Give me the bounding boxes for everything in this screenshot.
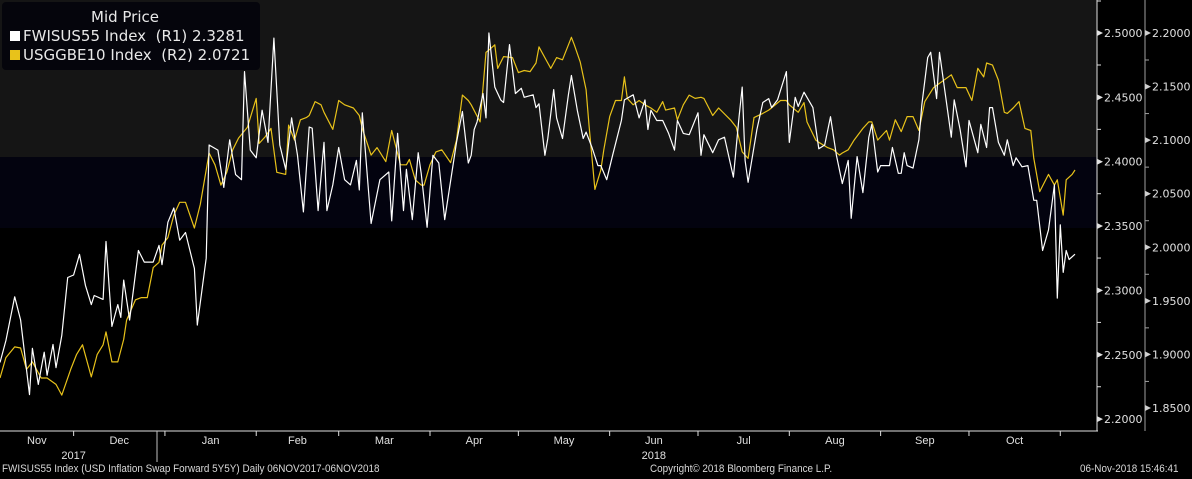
r1-tick-label: 2.5000 — [1104, 27, 1143, 40]
month-label: Feb — [288, 435, 307, 447]
month-label: Jul — [737, 435, 751, 447]
legend-swatch-yellow — [10, 50, 20, 60]
r1-tick-mark — [1097, 94, 1103, 101]
r1-tick-label: 2.3000 — [1104, 284, 1143, 297]
year-label: 2018 — [642, 450, 666, 462]
month-label: Sep — [915, 435, 935, 447]
legend-label: USGGBE10 Index (R2) 2.0721 — [23, 46, 251, 64]
r1-tick-label: 2.2500 — [1104, 349, 1143, 362]
footer-timestamp: 06-Nov-2018 15:46:41 — [1080, 463, 1179, 475]
r2-tick-label: 1.9500 — [1152, 295, 1191, 308]
legend-label: FWISUS55 Index (R1) 2.3281 — [23, 27, 245, 45]
legend-swatch-white — [10, 31, 20, 41]
r2-tick-label: 2.1000 — [1152, 134, 1191, 147]
month-label: May — [554, 435, 575, 447]
r2-tick-mark — [1145, 30, 1151, 36]
r1-tick-label: 2.3500 — [1104, 220, 1143, 233]
r1-tick-mark — [1097, 30, 1103, 36]
r2-tick-mark — [1145, 190, 1151, 197]
r1-tick-label: 2.4000 — [1104, 156, 1143, 169]
r2-tick-mark — [1145, 404, 1151, 411]
year-label: 2017 — [61, 450, 85, 462]
r2-tick-label: 2.1500 — [1152, 81, 1191, 94]
r2-tick-mark — [1145, 83, 1151, 90]
month-label: Aug — [825, 435, 845, 447]
r1-tick-label: 2.2000 — [1104, 413, 1143, 426]
footer-copyright: Copyright© 2018 Bloomberg Finance L.P. — [650, 463, 833, 475]
band-lower — [0, 228, 1097, 431]
r1-tick-mark — [1097, 351, 1103, 358]
legend-item-fwisus55: FWISUS55 Index (R1) 2.3281 — [2, 27, 260, 46]
r2-tick-label: 2.2000 — [1152, 27, 1191, 40]
footer-description: FWISUS55 Index (USD Inflation Swap Forwa… — [2, 463, 380, 475]
r2-tick-label: 1.9000 — [1152, 348, 1191, 361]
month-label: Jun — [645, 435, 663, 447]
month-label: Nov — [27, 435, 47, 447]
month-label: Mar — [375, 435, 394, 447]
r2-tick-label: 2.0500 — [1152, 188, 1191, 201]
month-label: Dec — [109, 435, 129, 447]
month-label: Apr — [466, 435, 483, 447]
r1-tick-mark — [1097, 287, 1103, 294]
r1-tick-mark — [1097, 416, 1103, 423]
r1-tick-mark — [1097, 158, 1103, 165]
month-label: Jan — [202, 435, 220, 447]
r1-tick-label: 2.4500 — [1104, 91, 1143, 104]
r2-tick-label: 1.8500 — [1152, 402, 1191, 415]
r2-tick-mark — [1145, 297, 1151, 304]
r2-tick-mark — [1145, 351, 1151, 358]
r2-tick-mark — [1145, 244, 1151, 251]
band-middle — [0, 157, 1097, 228]
month-label: Oct — [1006, 435, 1023, 447]
legend: Mid Price FWISUS55 Index (R1) 2.3281 USG… — [2, 2, 260, 70]
r1-tick-mark — [1097, 223, 1103, 230]
legend-item-usggbe10: USGGBE10 Index (R2) 2.0721 — [2, 46, 260, 65]
r2-tick-label: 2.0000 — [1152, 241, 1191, 254]
r2-tick-mark — [1145, 137, 1151, 144]
legend-title: Mid Price — [91, 8, 159, 26]
